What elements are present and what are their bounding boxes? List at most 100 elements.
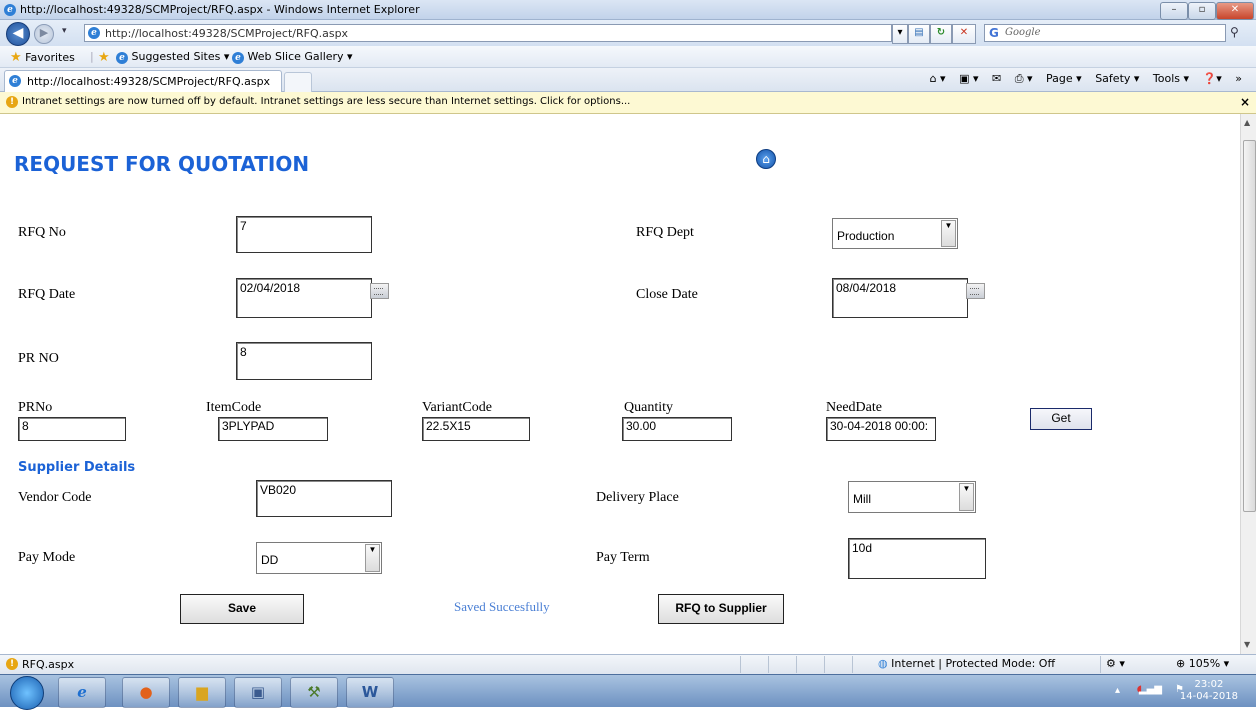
page-menu[interactable]: Page ▾: [1046, 72, 1082, 85]
status-divider: [796, 656, 797, 673]
pay-term-label: Pay Term: [596, 550, 650, 565]
taskbar-word-icon[interactable]: W: [346, 677, 394, 708]
minimize-button[interactable]: –: [1160, 2, 1188, 20]
address-bar[interactable]: e http://localhost:49328/SCMProject/RFQ.…: [84, 24, 892, 42]
close-window-button[interactable]: ✕: [1216, 2, 1254, 20]
security-zone[interactable]: ◍ Internet | Protected Mode: Off: [878, 657, 1055, 670]
stop-icon[interactable]: ✕: [952, 24, 976, 44]
delivery-place-select[interactable]: Mill ▼: [848, 481, 976, 513]
status-divider: [740, 656, 741, 673]
status-warning-icon: !: [6, 658, 18, 670]
info-bar-close-button[interactable]: ×: [1240, 95, 1250, 109]
tab-page-icon: e: [9, 75, 21, 87]
status-divider: [768, 656, 769, 673]
search-icon[interactable]: ⚲: [1230, 25, 1239, 39]
pr-no-field[interactable]: 8: [236, 342, 372, 380]
feeds-icon[interactable]: ▣ ▾: [959, 72, 978, 85]
column-variantcode-label: VariantCode: [422, 400, 492, 415]
column-quantity-label: Quantity: [624, 400, 673, 415]
favorites-item-web-slice-gallery[interactable]: e Web Slice Gallery ▾: [232, 50, 353, 64]
vertical-scrollbar[interactable]: ▲ ▼: [1240, 114, 1256, 654]
maximize-button[interactable]: ▫: [1188, 2, 1216, 20]
back-button[interactable]: ◀: [6, 22, 30, 46]
chevron-down-icon: ▼: [365, 544, 380, 572]
favorites-bar: ★ Favorites | ★ e Suggested Sites ▾ e We…: [0, 46, 1256, 68]
vendor-code-field[interactable]: VB020: [256, 480, 392, 517]
close-date-field[interactable]: 08/04/2018: [832, 278, 968, 318]
chevron-down-icon: ▼: [959, 483, 974, 511]
history-dropdown-icon[interactable]: ▾: [62, 26, 67, 36]
variantcode-input[interactable]: 22.5X15: [422, 417, 530, 441]
address-url: http://localhost:49328/SCMProject/RFQ.as…: [105, 27, 349, 40]
taskbar-visual-studio-icon[interactable]: ⚒: [290, 677, 338, 708]
read-mail-icon[interactable]: ✉: [992, 72, 1001, 85]
prno-input[interactable]: 8: [18, 417, 126, 441]
rfq-dept-select[interactable]: Production ▼: [832, 218, 958, 249]
rfq-date-label: RFQ Date: [18, 287, 76, 302]
home-icon[interactable]: ⌂: [756, 149, 776, 169]
scroll-down-icon[interactable]: ▼: [1244, 640, 1250, 649]
tab-rfq[interactable]: e http://localhost:49328/SCMProject/RFQ.…: [4, 70, 282, 92]
tab-title: http://localhost:49328/SCMProject/RFQ.as…: [27, 75, 271, 88]
pay-mode-label: Pay Mode: [18, 550, 76, 565]
save-button[interactable]: Save: [180, 594, 304, 624]
warning-icon: !: [6, 96, 18, 108]
forward-button[interactable]: ▶: [34, 24, 54, 44]
taskbar-internet-explorer-icon[interactable]: e: [58, 677, 106, 708]
status-bar: ! RFQ.aspx ◍ Internet | Protected Mode: …: [0, 654, 1256, 674]
favorites-separator: |: [90, 50, 94, 63]
new-tab-button[interactable]: [284, 72, 312, 92]
scroll-up-icon[interactable]: ▲: [1244, 118, 1250, 127]
quantity-input[interactable]: 30.00: [622, 417, 732, 441]
column-prno-label: PRNo: [18, 400, 53, 415]
search-box[interactable]: G Google: [984, 24, 1226, 42]
zoom-icon: ⊕: [1176, 657, 1186, 670]
delivery-place-label: Delivery Place: [596, 490, 679, 505]
info-bar-message: Intranet settings are now turned off by …: [22, 96, 631, 107]
safety-menu[interactable]: Safety ▾: [1095, 72, 1139, 85]
calendar-icon[interactable]: [370, 283, 389, 299]
chevron-down-icon: ▼: [941, 220, 956, 247]
itemcode-input[interactable]: 3PLYPAD: [218, 417, 328, 441]
pay-term-field[interactable]: 10d: [848, 538, 986, 579]
scrollbar-thumb[interactable]: [1243, 140, 1256, 512]
tray-network-icon[interactable]: ▂▄▆: [1139, 684, 1162, 695]
needdate-input[interactable]: 30-04-2018 00:00:: [826, 417, 936, 441]
pay-mode-select[interactable]: DD ▼: [256, 542, 382, 574]
chevron-down-icon: ▾: [1223, 657, 1230, 670]
home-icon[interactable]: ⌂ ▾: [930, 72, 946, 85]
refresh-icon[interactable]: ↻: [930, 24, 952, 44]
status-divider: [852, 656, 853, 673]
tools-menu[interactable]: Tools ▾: [1153, 72, 1189, 85]
zoom-level[interactable]: ⊕ 105% ▾: [1176, 657, 1229, 670]
command-bar: ⌂ ▾ ▣ ▾ ✉ ⎙ ▾ Page ▾ Safety ▾ Tools ▾ ❓▾…: [920, 72, 1242, 90]
close-date-label: Close Date: [636, 287, 698, 302]
information-bar[interactable]: ! Intranet settings are now turned off b…: [0, 92, 1256, 114]
rfq-no-field[interactable]: 7: [236, 216, 372, 253]
protected-mode-icon[interactable]: ⚙ ▾: [1106, 657, 1125, 670]
get-button[interactable]: Get: [1030, 408, 1092, 430]
start-button[interactable]: [10, 676, 44, 710]
tray-clock[interactable]: 23:02 14-04-2018: [1180, 679, 1238, 703]
favorites-item-suggested-sites[interactable]: e Suggested Sites ▾: [116, 50, 229, 64]
rfq-to-supplier-button[interactable]: RFQ to Supplier: [658, 594, 784, 624]
chevron-right-icon[interactable]: »: [1235, 72, 1242, 85]
rfq-dept-label: RFQ Dept: [636, 225, 694, 240]
favorites-button[interactable]: ★ Favorites: [10, 50, 75, 65]
taskbar-folder-icon[interactable]: ▆: [178, 677, 226, 708]
google-logo-icon: G: [989, 26, 999, 40]
add-to-favorites-icon[interactable]: ★: [98, 50, 110, 65]
window-title-bar: e http://localhost:49328/SCMProject/RFQ.…: [0, 0, 1256, 20]
address-dropdown-icon[interactable]: ▾: [892, 24, 908, 44]
rfq-date-field[interactable]: 02/04/2018: [236, 278, 372, 318]
tray-show-hidden-icon[interactable]: ▴: [1115, 685, 1120, 696]
vendor-code-label: Vendor Code: [18, 490, 92, 505]
taskbar-monitor-icon[interactable]: ▣: [234, 677, 282, 708]
compatibility-view-icon[interactable]: ▤: [908, 24, 930, 44]
calendar-icon[interactable]: [966, 283, 985, 299]
taskbar-firefox-icon[interactable]: ●: [122, 677, 170, 708]
web-slice-gallery-icon: e: [232, 52, 244, 64]
print-icon[interactable]: ⎙ ▾: [1015, 72, 1033, 85]
window-title: http://localhost:49328/SCMProject/RFQ.as…: [20, 3, 420, 16]
help-icon[interactable]: ❓▾: [1203, 72, 1222, 85]
